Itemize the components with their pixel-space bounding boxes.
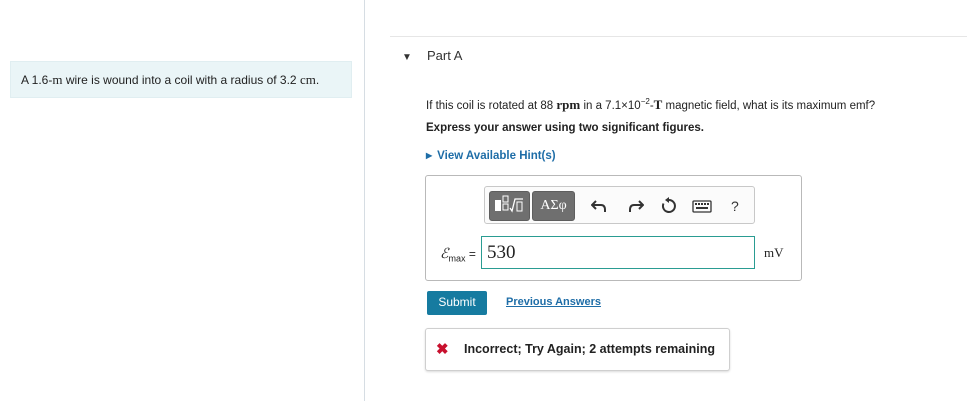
question-prefix: If this coil is rotated at 88 xyxy=(426,100,557,112)
feedback-message: Incorrect; Try Again; 2 attempts remaini… xyxy=(464,342,715,356)
symbols-button[interactable]: ΑΣφ xyxy=(532,191,575,221)
previous-answers-link[interactable]: Previous Answers xyxy=(506,296,601,308)
answer-input[interactable]: 530 xyxy=(481,236,755,269)
part-divider xyxy=(390,36,967,37)
hint-link-label: View Available Hint(s) xyxy=(437,150,556,162)
length-unit: m xyxy=(52,72,63,87)
problem-text-end: . xyxy=(315,73,320,87)
problem-text-before: A 1.6- xyxy=(21,73,53,87)
equals-sign: = xyxy=(468,247,476,261)
templates-button[interactable] xyxy=(489,191,530,221)
answer-instruction: Express your answer using two significan… xyxy=(426,122,704,134)
question-text: If this coil is rotated at 88 rpm in a 7… xyxy=(426,97,875,113)
templates-icon xyxy=(495,195,523,213)
reset-icon[interactable] xyxy=(660,197,678,215)
emf-label: ℰmax = xyxy=(440,246,476,263)
view-hints-link[interactable]: ▶ View Available Hint(s) xyxy=(426,150,556,162)
question-suffix: magnetic field, what is its maximum emf? xyxy=(662,100,876,112)
question-middle: in a 7.1×10 xyxy=(580,100,641,112)
problem-text-middle: wire is wound into a coil with a radius … xyxy=(62,73,300,87)
submit-button[interactable]: Submit xyxy=(427,291,487,315)
answer-unit: mV xyxy=(764,245,784,260)
help-icon[interactable]: ? xyxy=(731,198,739,214)
emf-subscript: max xyxy=(448,253,466,264)
collapse-icon[interactable]: ▼ xyxy=(402,52,412,63)
incorrect-icon: ✖ xyxy=(436,341,449,358)
redo-icon[interactable] xyxy=(626,197,644,215)
problem-statement: A 1.6-m wire is wound into a coil with a… xyxy=(10,61,352,98)
column-divider xyxy=(364,0,365,401)
expand-triangle-icon: ▶ xyxy=(426,151,433,160)
rpm-unit: rpm xyxy=(556,97,581,112)
undo-icon[interactable] xyxy=(591,197,609,215)
field-exponent: −2 xyxy=(640,97,650,106)
radius-unit: cm xyxy=(299,72,316,87)
part-title[interactable]: Part A xyxy=(427,48,462,63)
keyboard-icon[interactable] xyxy=(692,197,712,215)
